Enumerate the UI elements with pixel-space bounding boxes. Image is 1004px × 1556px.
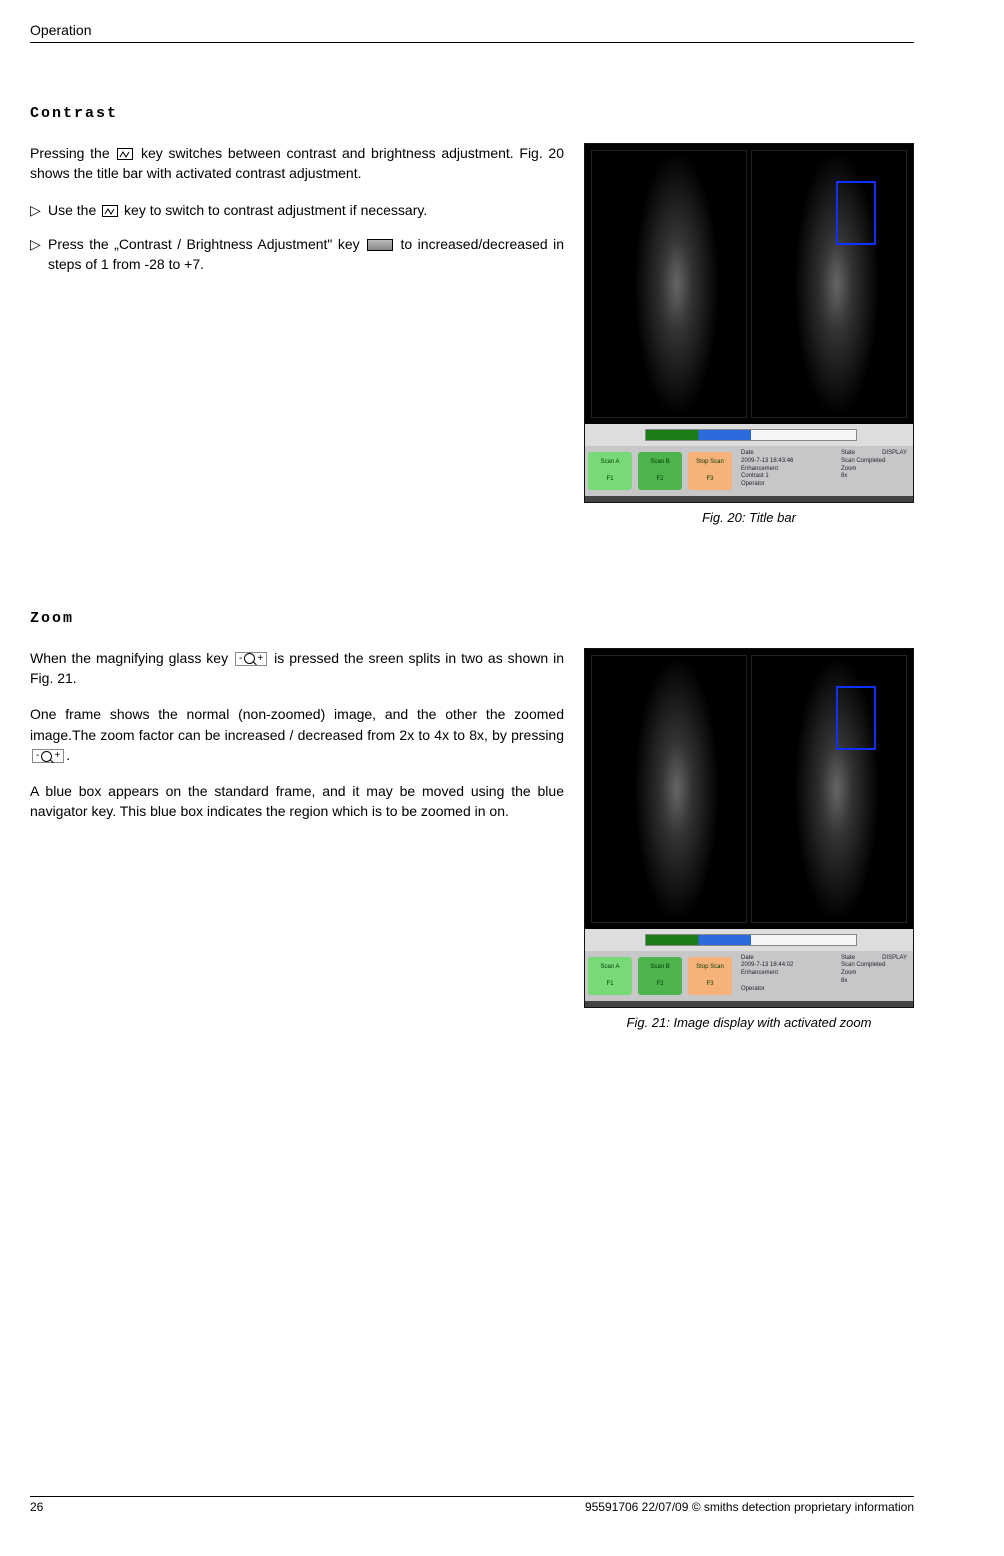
title-bar bbox=[585, 424, 913, 446]
page-header: Operation bbox=[30, 20, 914, 43]
zoom-row: When the magnifying glass key -+ is pres… bbox=[30, 648, 914, 1033]
contrast-mode-icon bbox=[102, 205, 118, 217]
bullet-1: ▷ Use the key to switch to contrast adju… bbox=[30, 200, 564, 220]
section-title-zoom: Zoom bbox=[30, 608, 914, 630]
contrast-row: Pressing the key switches between contra… bbox=[30, 143, 914, 528]
zoom-p1: When the magnifying glass key -+ is pres… bbox=[30, 648, 564, 689]
scan-b-button[interactable]: Scan BF2 bbox=[638, 957, 682, 995]
stop-scan-button[interactable]: Stop ScanF3 bbox=[688, 957, 732, 995]
title-bar bbox=[585, 929, 913, 951]
chapter-title: Operation bbox=[30, 22, 91, 38]
adjust-bar-icon bbox=[367, 239, 393, 251]
zoom-key-icon: -+ bbox=[235, 652, 267, 666]
scan-a-button[interactable]: Scan AF1 bbox=[588, 957, 632, 995]
zoom-reticle bbox=[836, 181, 876, 245]
zoom-p3: A blue box appears on the standard frame… bbox=[30, 781, 564, 822]
contrast-p1: Pressing the key switches between contra… bbox=[30, 143, 564, 184]
page-number: 26 bbox=[30, 1499, 43, 1516]
zoom-p2: One frame shows the normal (non-zoomed) … bbox=[30, 704, 564, 765]
stop-scan-button[interactable]: Stop ScanF3 bbox=[688, 452, 732, 490]
contrast-mode-icon bbox=[117, 148, 133, 160]
scan-b-button[interactable]: Scan BF2 bbox=[638, 452, 682, 490]
zoom-figure-col: Scan AF1 Scan BF2 Stop ScanF3 Date 2009-… bbox=[584, 648, 914, 1033]
left-pane bbox=[591, 150, 747, 418]
screenshot-fig21: Scan AF1 Scan BF2 Stop ScanF3 Date 2009-… bbox=[584, 648, 914, 1008]
screenshot-fig20: Scan AF1 Scan BF2 Stop ScanF3 Date 2009-… bbox=[584, 143, 914, 503]
right-pane bbox=[751, 150, 907, 418]
bullet-mark: ▷ bbox=[30, 234, 48, 275]
right-pane bbox=[751, 655, 907, 923]
section-title-contrast: Contrast bbox=[30, 103, 914, 125]
fig21-caption: Fig. 21: Image display with activated zo… bbox=[584, 1014, 914, 1033]
contrast-figure-col: Scan AF1 Scan BF2 Stop ScanF3 Date 2009-… bbox=[584, 143, 914, 528]
bullet-mark: ▷ bbox=[30, 200, 48, 220]
page-footer: 26 95591706 22/07/09 © smiths detection … bbox=[30, 1496, 914, 1516]
zoom-key-icon: -+ bbox=[32, 749, 64, 763]
contrast-text-col: Pressing the key switches between contra… bbox=[30, 143, 564, 288]
zoom-reticle bbox=[836, 686, 876, 750]
fig20-caption: Fig. 20: Title bar bbox=[584, 509, 914, 528]
bullet-2: ▷ Press the „Contrast / Brightness Adjus… bbox=[30, 234, 564, 275]
left-pane bbox=[591, 655, 747, 923]
footer-right: 95591706 22/07/09 © smiths detection pro… bbox=[585, 1499, 914, 1516]
zoom-text-col: When the magnifying glass key -+ is pres… bbox=[30, 648, 564, 838]
scan-a-button[interactable]: Scan AF1 bbox=[588, 452, 632, 490]
